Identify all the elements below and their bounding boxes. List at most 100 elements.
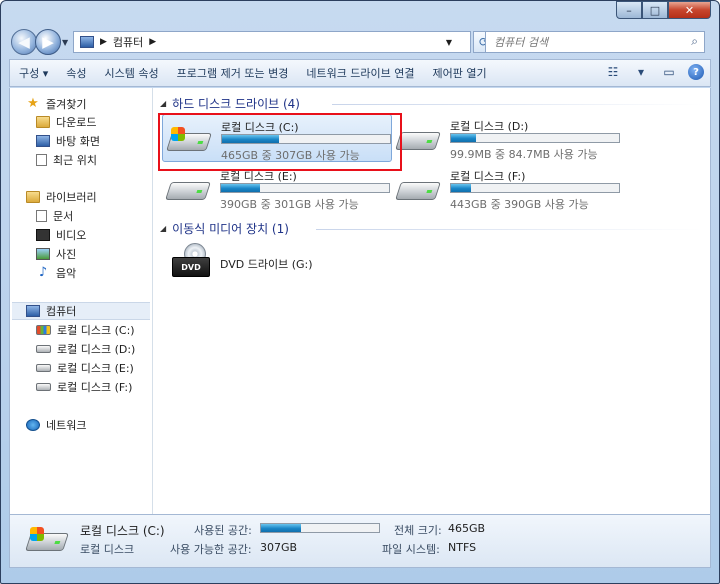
drive-free-space: 99.9MB 중 84.7MB 사용 가능 <box>450 148 598 161</box>
navigation-pane: ★ 즐겨찾기 다운로드 바탕 화면 최근 위치 라이브러리 문서 비디오 사진 ♪… <box>10 88 153 514</box>
drive-usage-fill <box>451 134 477 142</box>
hard-drive-icon <box>165 176 211 202</box>
computer-icon <box>80 36 94 48</box>
minimize-button[interactable]: – <box>616 1 642 19</box>
pictures-icon <box>36 248 50 260</box>
open-control-panel-button[interactable]: 제어판 열기 <box>424 65 496 81</box>
hard-drive-icon <box>36 383 51 391</box>
breadcrumb-computer[interactable]: 컴퓨터 <box>113 34 143 50</box>
group-header-removable[interactable]: ◢ 이동식 미디어 장치 (1) <box>160 219 289 237</box>
sidebar-favorites-label: 즐겨찾기 <box>46 98 87 111</box>
sidebar-item-drive-c[interactable]: 로컬 디스크 (C:) <box>36 321 135 339</box>
search-input[interactable] <box>492 34 678 50</box>
details-title: 로컬 디스크 (C:) <box>80 524 165 538</box>
annotation-highlight-box <box>158 113 402 171</box>
help-icon[interactable]: ? <box>688 64 704 80</box>
sidebar-item-label: 최근 위치 <box>53 154 97 167</box>
recent-pages-dropdown[interactable]: ▼ <box>62 38 68 47</box>
sidebar-libraries-label: 라이브러리 <box>46 191 97 204</box>
total-size-value: 465GB <box>448 522 486 535</box>
drive-item-d[interactable]: 로컬 디스크 (D:) 99.9MB 중 84.7MB 사용 가능 <box>392 114 622 162</box>
sidebar-network-label: 네트워크 <box>46 419 87 432</box>
sidebar-item-downloads[interactable]: 다운로드 <box>36 113 96 131</box>
sidebar-item-pictures[interactable]: 사진 <box>36 245 76 263</box>
chevron-right-icon[interactable]: ▶ <box>149 37 156 47</box>
sidebar-item-recent-places[interactable]: 최근 위치 <box>36 151 97 169</box>
arrow-right-icon: ▶ <box>42 33 54 51</box>
drive-usage-bar <box>220 183 390 193</box>
dvd-drive-name[interactable]: DVD 드라이브 (G:) <box>220 256 313 272</box>
sidebar-network[interactable]: 네트워크 <box>26 416 86 434</box>
sidebar-item-documents[interactable]: 문서 <box>36 207 73 225</box>
arrow-left-icon: ◀ <box>18 33 30 51</box>
sidebar-item-label: 로컬 디스크 (E:) <box>57 362 134 375</box>
close-button[interactable]: ✕ <box>668 1 711 19</box>
sidebar-item-label: 사진 <box>56 248 77 261</box>
used-space-bar <box>260 523 380 533</box>
properties-button[interactable]: 속성 <box>57 65 95 81</box>
sidebar-favorites[interactable]: ★ 즐겨찾기 <box>26 95 86 113</box>
sidebar-computer-label: 컴퓨터 <box>46 305 77 318</box>
uninstall-program-button[interactable]: 프로그램 제거 또는 변경 <box>168 65 298 81</box>
system-properties-button[interactable]: 시스템 속성 <box>96 65 168 81</box>
forward-button[interactable]: ▶ <box>35 29 61 55</box>
sidebar-item-label: 로컬 디스크 (F:) <box>57 381 133 394</box>
navigation-bar: ◀ ▶ ▼ ▶ 컴퓨터 ▶ ▼ ⟳ ⌕ <box>9 29 711 57</box>
downloads-folder-icon <box>36 116 50 128</box>
sidebar-item-drive-e[interactable]: 로컬 디스크 (E:) <box>36 359 134 377</box>
view-controls: ☷ ▾ ▭ ? <box>604 63 704 81</box>
sidebar-item-label: 문서 <box>53 210 74 223</box>
windows-drive-icon <box>25 527 70 557</box>
free-space-label: 사용 가능한 공간: <box>170 543 252 556</box>
drive-free-space: 390GB 중 301GB 사용 가능 <box>220 198 359 211</box>
sidebar-item-label: 바탕 화면 <box>56 135 100 148</box>
video-icon <box>36 229 50 241</box>
documents-icon <box>36 210 47 222</box>
change-view-icon[interactable]: ☷ <box>604 63 622 81</box>
view-dropdown-icon[interactable]: ▾ <box>632 63 650 81</box>
sidebar-item-videos[interactable]: 비디오 <box>36 226 86 244</box>
sidebar-libraries[interactable]: 라이브러리 <box>26 188 97 206</box>
search-icon[interactable]: ⌕ <box>691 34 698 49</box>
collapse-icon[interactable]: ◢ <box>160 224 166 233</box>
sidebar-item-drive-d[interactable]: 로컬 디스크 (D:) <box>36 340 135 358</box>
organize-menu[interactable]: 구성 ▾ <box>10 65 57 81</box>
back-button[interactable]: ◀ <box>11 29 37 55</box>
drive-name: 로컬 디스크 (F:) <box>450 170 526 183</box>
computer-icon <box>26 305 40 317</box>
drive-item-f[interactable]: 로컬 디스크 (F:) 443GB 중 390GB 사용 가능 <box>392 164 622 212</box>
maximize-button[interactable]: □ <box>642 1 668 19</box>
hard-drive-icon <box>36 345 51 353</box>
library-icon <box>26 191 40 203</box>
chevron-right-icon[interactable]: ▶ <box>100 37 107 47</box>
search-box[interactable]: ⌕ <box>485 31 705 53</box>
recent-places-icon <box>36 154 47 166</box>
sidebar-item-label: 음악 <box>56 267 77 280</box>
group-header-hard-disks[interactable]: ◢ 하드 디스크 드라이브 (4) <box>160 94 300 112</box>
drive-item-e[interactable]: 로컬 디스크 (E:) 390GB 중 301GB 사용 가능 <box>162 164 392 212</box>
star-icon: ★ <box>27 96 39 111</box>
sidebar-item-music[interactable]: ♪ 음악 <box>36 264 76 282</box>
details-type: 로컬 디스크 <box>80 543 135 556</box>
sidebar-item-label: 로컬 디스크 (D:) <box>57 343 136 356</box>
windows-drive-icon <box>36 325 51 335</box>
used-space-fill <box>261 524 302 532</box>
collapse-icon[interactable]: ◢ <box>160 99 166 108</box>
music-icon: ♪ <box>38 265 48 280</box>
address-bar[interactable]: ▶ 컴퓨터 ▶ ▼ <box>73 31 471 53</box>
drive-name: 로컬 디스크 (D:) <box>450 120 529 133</box>
address-dropdown-icon[interactable]: ▼ <box>446 38 452 47</box>
group-header-label: 이동식 미디어 장치 (1) <box>172 221 289 236</box>
dvd-drive-icon[interactable]: DVD <box>172 243 212 279</box>
sidebar-computer[interactable]: 컴퓨터 <box>12 302 150 320</box>
sidebar-item-drive-f[interactable]: 로컬 디스크 (F:) <box>36 378 132 396</box>
command-bar: 구성 ▾ 속성 시스템 속성 프로그램 제거 또는 변경 네트워크 드라이브 연… <box>9 59 711 87</box>
caption-buttons: – □ ✕ <box>616 1 711 19</box>
sidebar-item-label: 다운로드 <box>56 116 97 129</box>
hard-drive-icon <box>395 176 441 202</box>
network-icon <box>26 419 40 431</box>
map-network-drive-button[interactable]: 네트워크 드라이브 연결 <box>297 65 423 81</box>
drive-free-space: 443GB 중 390GB 사용 가능 <box>450 198 589 211</box>
preview-pane-icon[interactable]: ▭ <box>660 63 678 81</box>
sidebar-item-desktop[interactable]: 바탕 화면 <box>36 132 100 150</box>
